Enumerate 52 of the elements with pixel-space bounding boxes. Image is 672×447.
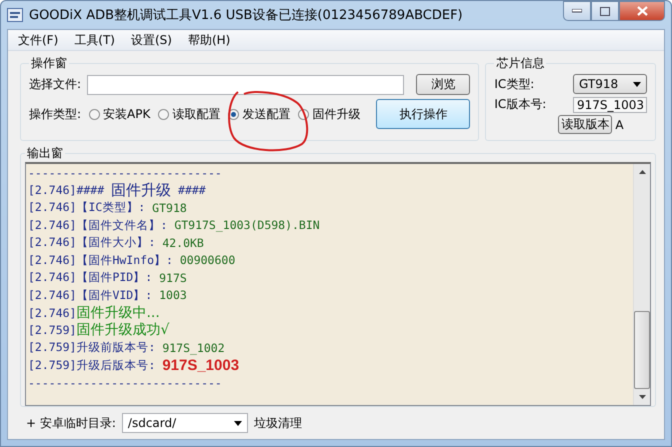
radio-option[interactable]: 读取配置 — [158, 106, 220, 122]
log-line: [2.746]【IC类型】: GT918 — [28, 199, 188, 216]
scroll-down-icon[interactable] — [638, 395, 646, 399]
log-line: [2.746]【固件文件名】: GT917S_1003(D598).BIN — [28, 216, 321, 234]
field-label: + 安卓临时目录: — [26, 414, 116, 432]
scroll-thumb[interactable] — [634, 311, 650, 389]
temp-dir-dropdown[interactable]: /sdcard/ — [122, 413, 248, 433]
radio-option[interactable]: 固件升级 — [298, 106, 360, 122]
suffix-label: A — [615, 118, 624, 132]
close-icon — [636, 6, 648, 16]
log-line: ---------------------------- — [28, 164, 223, 182]
log-line: [2.759]固件升级成功√ — [28, 322, 170, 339]
radio-option[interactable]: 安装APK — [89, 106, 150, 122]
close-button[interactable] — [619, 1, 665, 21]
group-title: 输出窗 — [26, 145, 64, 162]
clean-label[interactable]: 垃圾清理 — [254, 414, 302, 432]
menu-item[interactable]: 设置(S) — [122, 32, 180, 48]
radio-option[interactable]: 发送配置 — [228, 106, 290, 122]
log-line: [2.746]【固件PID】: 917S — [28, 269, 188, 286]
read-version-button[interactable]: 读取版本 — [558, 115, 612, 134]
group-title: 操作窗 — [30, 55, 68, 72]
field-label: IC版本号: — [494, 96, 546, 113]
browse-button[interactable]: 浏览 — [416, 74, 470, 95]
log-line: [2.746]固件升级中... — [28, 304, 161, 322]
execute-button[interactable]: 执行操作 — [376, 99, 470, 129]
log-line: [2.759]升级后版本号: 917S_1003 — [28, 356, 240, 374]
group-title: 芯片信息 — [495, 55, 546, 72]
menu-item[interactable]: 工具(T) — [66, 32, 123, 48]
minimize-icon — [572, 9, 582, 13]
field-label: 操作类型: — [29, 106, 82, 122]
log-line: ---------------------------- — [28, 374, 223, 392]
log-line: [2.746]#### 固件升级 #### — [28, 182, 207, 199]
log-line: [2.746]【固件HwInfo】: 00900600 — [28, 252, 236, 269]
log-line: [2.759]升级前版本号: 917S_1002 — [28, 339, 226, 356]
file-path-field[interactable] — [87, 74, 404, 94]
log-line: [2.746]【固件大小】: 42.0KB — [28, 234, 205, 252]
maximize-button[interactable] — [591, 1, 619, 21]
dropdown-arrow-icon — [234, 420, 242, 426]
window-title: GOODiX ADB整机调试工具V1.6 USB设备已连接(0123456789ABCDEF) — [29, 7, 464, 24]
dropdown-arrow-icon — [633, 82, 641, 86]
ic-type-dropdown[interactable]: GT918 — [573, 74, 647, 94]
menu-item[interactable]: 文件(F) — [10, 32, 66, 48]
app-icon — [7, 8, 23, 22]
field-label: 选择文件: — [29, 76, 82, 93]
menu-item[interactable]: 帮助(H) — [180, 32, 238, 48]
ic-version-field: 917S_1003 — [573, 96, 647, 112]
maximize-icon — [600, 6, 610, 16]
scroll-up-icon[interactable] — [638, 170, 646, 174]
minimize-button[interactable] — [563, 1, 591, 21]
log-line: [2.746]【固件VID】: 1003 — [28, 286, 188, 304]
scrollbar[interactable] — [633, 164, 650, 405]
field-label: IC类型: — [494, 76, 534, 92]
